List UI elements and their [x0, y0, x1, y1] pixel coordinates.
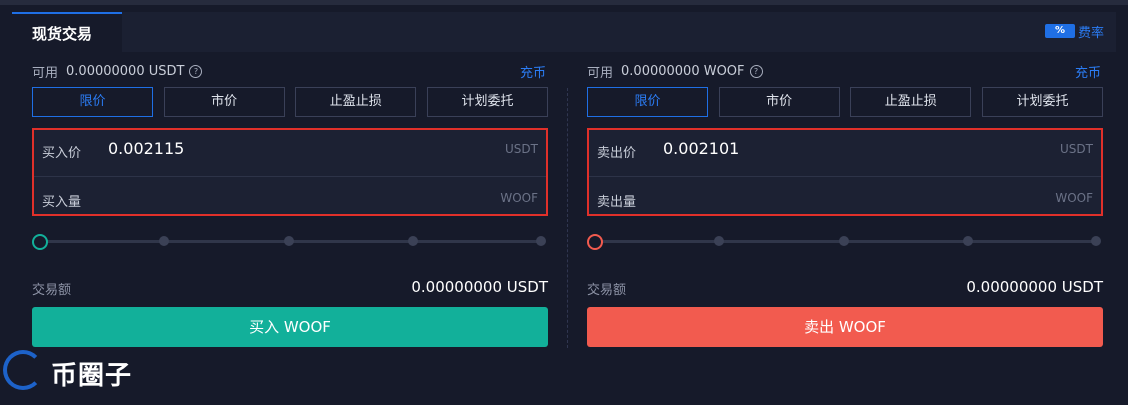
buy-order-type-tabs: 限价 市价 止盈止损 计划委托 — [32, 87, 548, 117]
buy-price-unit: USDT — [505, 142, 538, 156]
sell-panel: 可用 0.00000000 WOOF ? 充币 限价 市价 止盈止损 计划委托 … — [587, 52, 1103, 352]
watermark-text: 币圈子 — [51, 361, 133, 391]
buy-button[interactable]: 买入 WOOF — [32, 307, 548, 347]
sell-price-label: 卖出价 — [597, 146, 637, 161]
buy-available: 可用 0.00000000 USDT ? — [32, 62, 203, 81]
buy-qty-field[interactable]: 买入量 WOOF — [34, 179, 546, 219]
buy-input-group: 买入价 0.002115 USDT 买入量 WOOF — [32, 128, 548, 216]
sell-input-divider — [589, 176, 1101, 177]
buy-percent-slider[interactable] — [32, 232, 548, 252]
fee-rate-link[interactable]: % 费率 — [1044, 22, 1104, 41]
sell-available-value: 0.00000000 WOOF — [621, 64, 745, 79]
slider-stop-100[interactable] — [1091, 236, 1101, 246]
buy-price-value[interactable]: 0.002115 — [108, 139, 184, 158]
fee-rate-label: 费率 — [1077, 25, 1104, 41]
question-icon[interactable]: ? — [749, 65, 763, 78]
buy-qty-label: 买入量 — [42, 195, 82, 210]
question-icon[interactable]: ? — [189, 65, 203, 78]
buy-amount-label: 交易额 — [32, 283, 72, 298]
watermark-ring-icon — [3, 350, 43, 390]
buy-price-label: 买入价 — [42, 146, 82, 161]
sell-qty-label: 卖出量 — [597, 195, 637, 210]
panel-divider — [567, 88, 568, 348]
sell-percent-slider[interactable] — [587, 232, 1103, 252]
sell-deposit-link[interactable]: 充币 — [1075, 62, 1101, 81]
buy-price-field[interactable]: 买入价 0.002115 USDT — [34, 130, 546, 170]
buy-tab-stop[interactable]: 止盈止损 — [295, 87, 417, 117]
buy-tab-limit[interactable]: 限价 — [32, 87, 153, 117]
sell-price-field[interactable]: 卖出价 0.002101 USDT — [589, 130, 1101, 170]
slider-stop-25[interactable] — [159, 236, 169, 246]
buy-deposit-link[interactable]: 充币 — [520, 62, 546, 81]
buy-panel: 可用 0.00000000 USDT ? 充币 限价 市价 止盈止损 计划委托 … — [32, 52, 548, 352]
buy-tab-market[interactable]: 市价 — [163, 87, 285, 117]
slider-handle[interactable] — [587, 234, 603, 250]
sell-tab-plan[interactable]: 计划委托 — [981, 87, 1103, 117]
sell-amount-value: 0.00000000 USDT — [966, 278, 1103, 296]
top-border — [0, 0, 1128, 5]
sell-qty-unit: WOOF — [1055, 191, 1093, 205]
slider-stop-50[interactable] — [839, 236, 849, 246]
buy-qty-unit: WOOF — [500, 191, 538, 205]
sell-button[interactable]: 卖出 WOOF — [587, 307, 1103, 347]
sell-input-group: 卖出价 0.002101 USDT 卖出量 WOOF — [587, 128, 1103, 216]
slider-stop-100[interactable] — [536, 236, 546, 246]
sell-tab-stop[interactable]: 止盈止损 — [850, 87, 972, 117]
buy-amount-value: 0.00000000 USDT — [411, 278, 548, 296]
slider-stop-25[interactable] — [714, 236, 724, 246]
sell-available: 可用 0.00000000 WOOF ? — [587, 62, 763, 81]
watermark-logo: 币圈子 — [3, 350, 153, 394]
percent-icon: % — [1044, 24, 1075, 38]
sell-order-type-tabs: 限价 市价 止盈止损 计划委托 — [587, 87, 1103, 117]
sell-price-value[interactable]: 0.002101 — [663, 139, 739, 158]
slider-stop-50[interactable] — [284, 236, 294, 246]
buy-input-divider — [34, 176, 546, 177]
sell-available-label: 可用 — [587, 66, 614, 81]
panel-header — [12, 12, 1116, 52]
buy-tab-plan[interactable]: 计划委托 — [426, 87, 548, 117]
sell-tab-market[interactable]: 市价 — [718, 87, 840, 117]
sell-qty-field[interactable]: 卖出量 WOOF — [589, 179, 1101, 219]
slider-stop-75[interactable] — [963, 236, 973, 246]
slider-handle[interactable] — [32, 234, 48, 250]
buy-available-value: 0.00000000 USDT — [66, 64, 185, 79]
slider-stop-75[interactable] — [408, 236, 418, 246]
tab-spot-trading-label: 现货交易 — [32, 25, 93, 43]
buy-available-label: 可用 — [32, 66, 59, 81]
sell-tab-limit[interactable]: 限价 — [587, 87, 708, 117]
sell-price-unit: USDT — [1060, 142, 1093, 156]
tab-spot-trading[interactable]: 现货交易 — [12, 12, 122, 52]
sell-amount-label: 交易额 — [587, 283, 627, 298]
